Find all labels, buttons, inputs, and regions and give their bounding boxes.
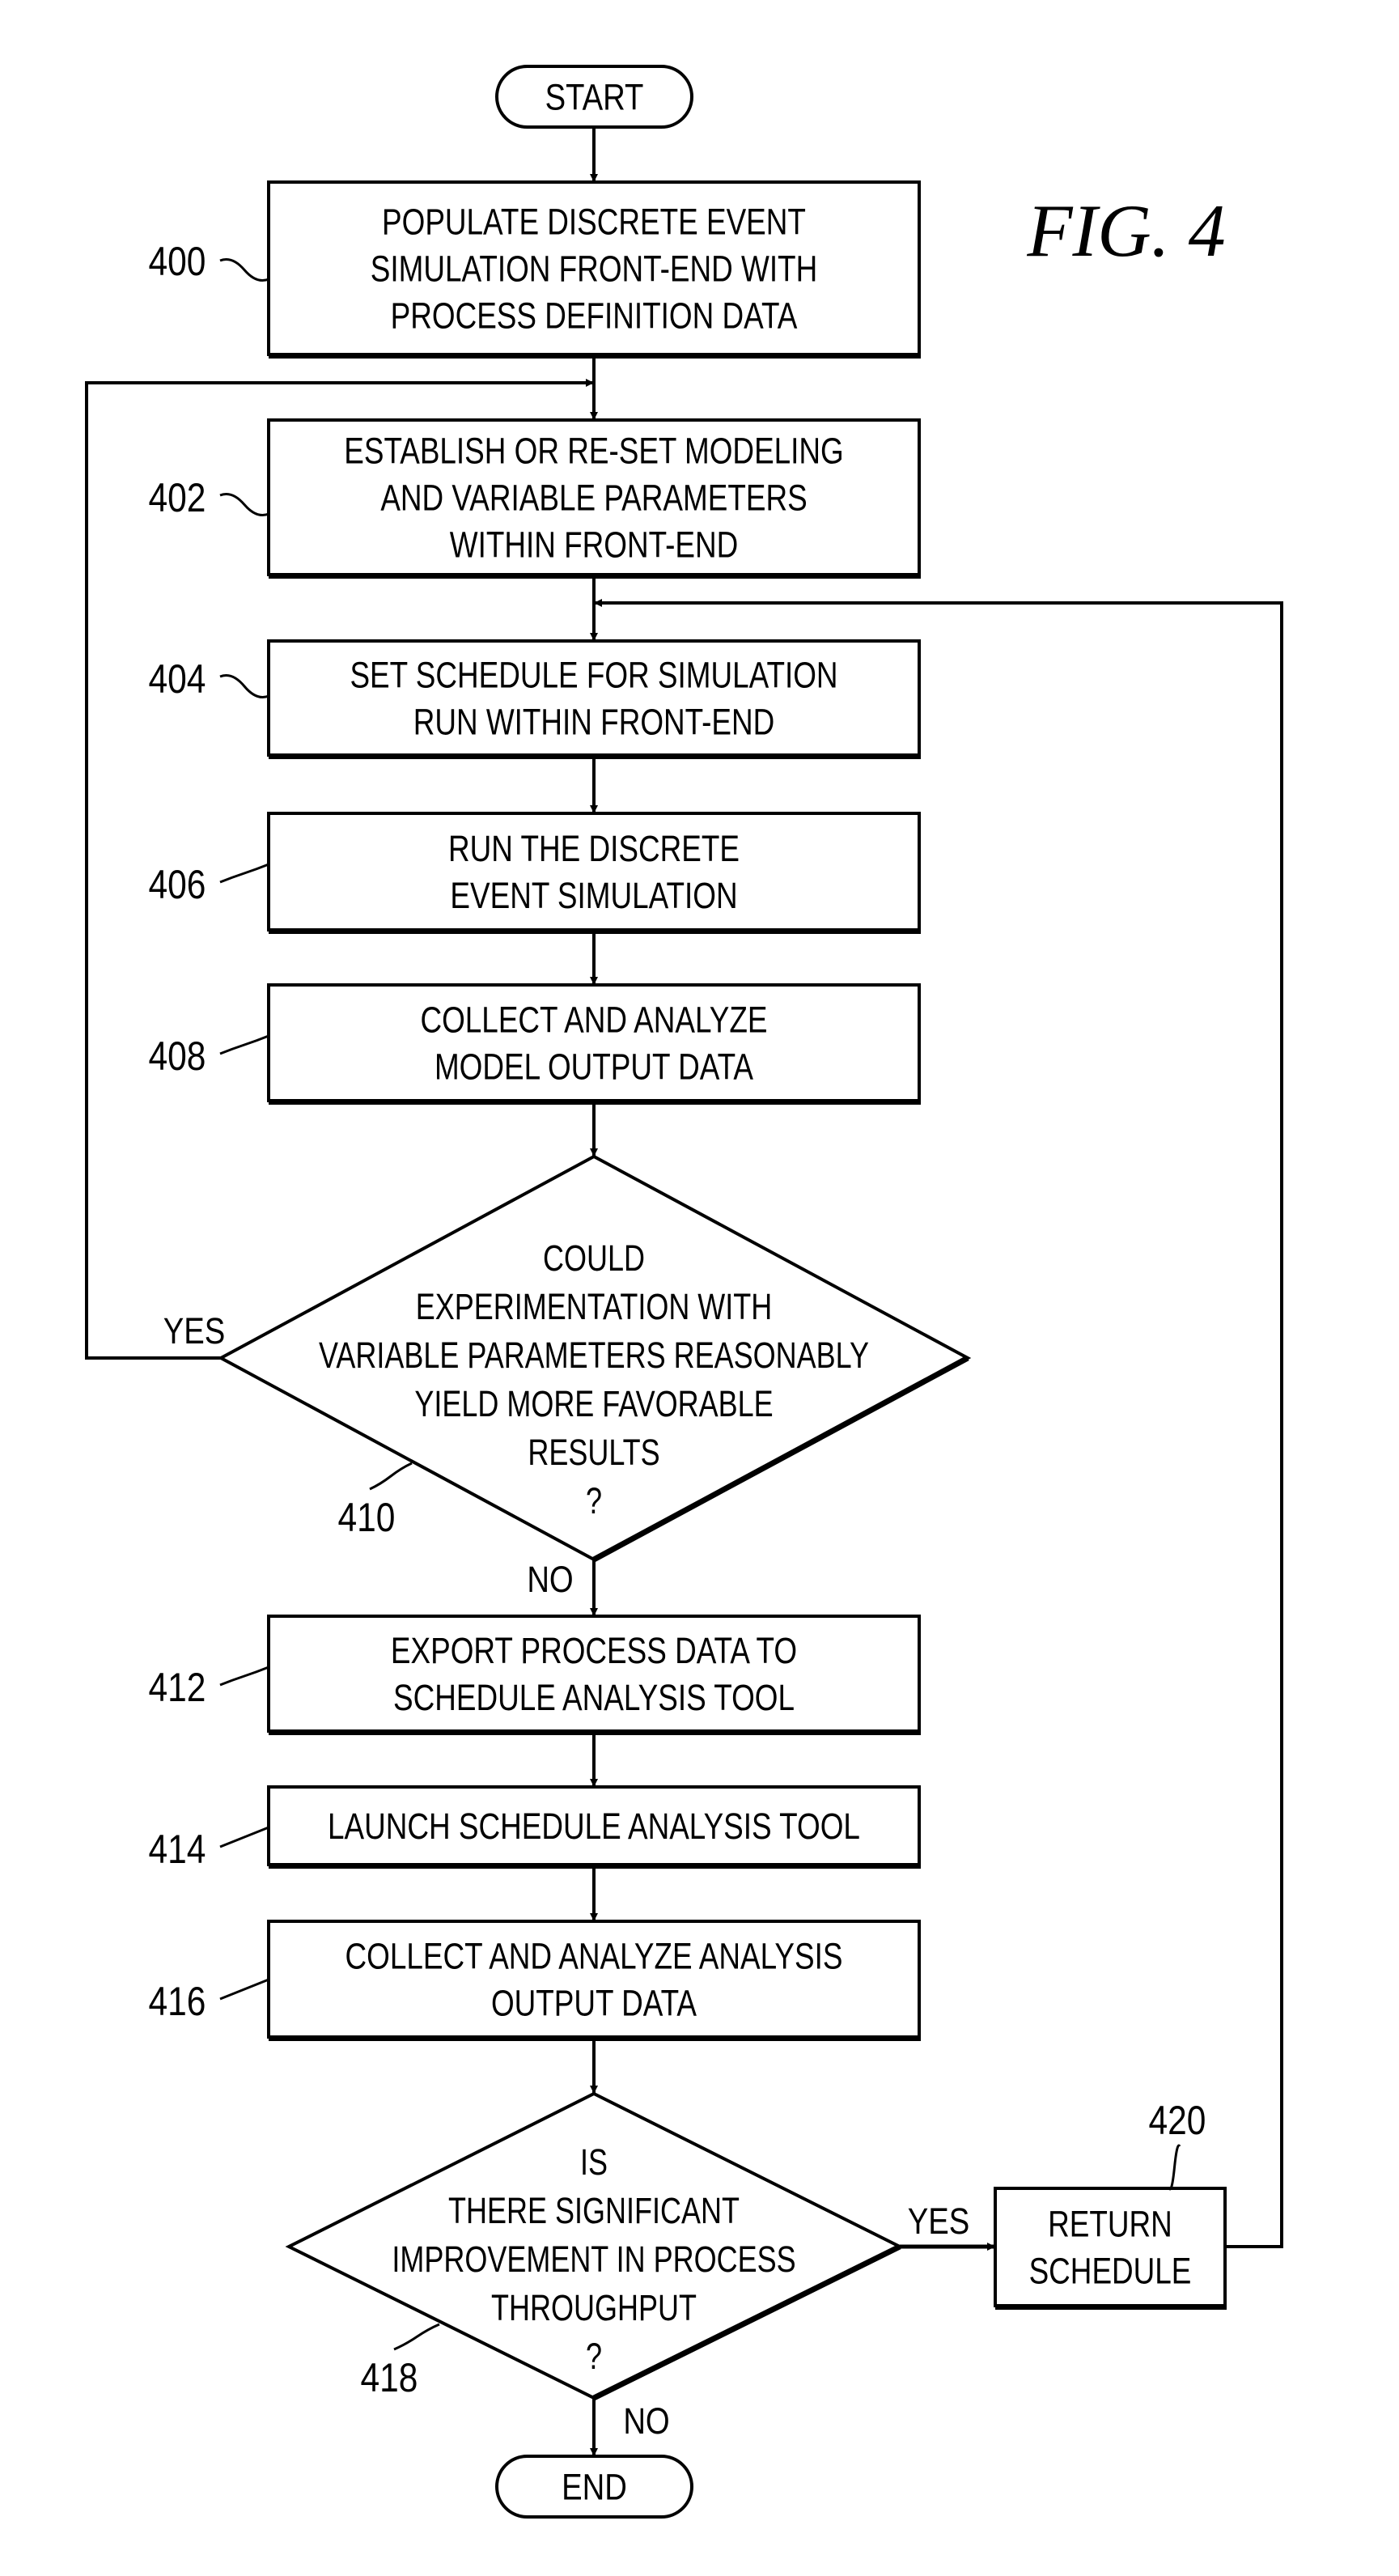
process-step-text: SIMULATION FRONT-END WITH xyxy=(371,248,817,289)
process-step-text: MODEL OUTPUT DATA xyxy=(435,1046,754,1087)
reference-numeral-410: 410 xyxy=(338,1495,396,1540)
process-step-text: ESTABLISH OR RE-SET MODELING xyxy=(344,431,843,471)
decision-text: THROUGHPUT xyxy=(491,2287,697,2328)
decision-text: THERE SIGNIFICANT xyxy=(448,2190,740,2231)
decision-text: YIELD MORE FAVORABLE xyxy=(414,1383,773,1424)
process-step-404[interactable]: SET SCHEDULE FOR SIMULATION RUN WITHIN FR… xyxy=(267,639,921,759)
leader-line-404 xyxy=(219,674,269,698)
leader-line-400 xyxy=(219,257,269,282)
process-step-text: SET SCHEDULE FOR SIMULATION xyxy=(350,655,837,695)
decision-text: COULD xyxy=(543,1237,645,1279)
process-step-412[interactable]: EXPORT PROCESS DATA TO SCHEDULE ANALYSIS … xyxy=(267,1615,921,1735)
reference-numeral-404: 404 xyxy=(149,656,206,702)
process-step-text: POPULATE DISCRETE EVENT xyxy=(382,202,806,242)
branch-label-410-no: NO xyxy=(527,1559,573,1600)
decision-text: IMPROVEMENT IN PROCESS xyxy=(392,2239,795,2280)
reference-numeral-402: 402 xyxy=(149,475,206,520)
decision-text: ? xyxy=(586,1480,602,1521)
process-step-text: OUTPUT DATA xyxy=(491,1983,697,2023)
process-step-text: LAUNCH SCHEDULE ANALYSIS TOOL xyxy=(328,1806,860,1847)
leader-line-410 xyxy=(369,1462,413,1491)
process-step-text: SCHEDULE ANALYSIS TOOL xyxy=(393,1678,795,1718)
decision-418[interactable]: IS THERE SIGNIFICANT IMPROVEMENT IN PROCES… xyxy=(285,2091,904,2401)
process-step-text: PROCESS DEFINITION DATA xyxy=(391,295,798,336)
process-step-text: EVENT SIMULATION xyxy=(450,876,737,916)
process-step-406[interactable]: RUN THE DISCRETE EVENT SIMULATION xyxy=(267,812,921,934)
leader-line-414 xyxy=(219,1826,269,1848)
process-step-text: RUN THE DISCRETE xyxy=(448,829,740,869)
start-terminal-label: START xyxy=(545,77,644,118)
reference-numeral-406: 406 xyxy=(149,862,206,907)
branch-label-410-yes: YES xyxy=(163,1310,226,1352)
leader-line-402 xyxy=(219,492,269,517)
branch-label-418-yes: YES xyxy=(908,2200,970,2242)
decision-text: ? xyxy=(586,2336,602,2377)
decision-text: IS xyxy=(580,2141,608,2183)
reference-numeral-420: 420 xyxy=(1149,2098,1206,2143)
process-step-416[interactable]: COLLECT AND ANALYZE ANALYSIS OUTPUT DATA xyxy=(267,1920,921,2041)
process-step-408[interactable]: COLLECT AND ANALYZE MODEL OUTPUT DATA xyxy=(267,983,921,1105)
flowchart-canvas: FIG. 4 START END POPULATE DISCRETE EVENT SI… xyxy=(85,65,1283,2519)
process-step-text: WITHIN FRONT-END xyxy=(450,524,738,565)
reference-numeral-418: 418 xyxy=(361,2355,418,2400)
leader-line-406 xyxy=(219,863,269,884)
process-step-text: RETURN xyxy=(1048,2204,1172,2244)
process-step-text: AND VARIABLE PARAMETERS xyxy=(380,477,807,518)
reference-numeral-412: 412 xyxy=(149,1665,206,1710)
leader-line-418 xyxy=(393,2323,440,2351)
reference-numeral-400: 400 xyxy=(149,239,206,284)
decision-text: RESULTS xyxy=(528,1432,659,1473)
decision-text: EXPERIMENTATION WITH xyxy=(416,1286,773,1327)
process-step-420[interactable]: RETURN SCHEDULE xyxy=(994,2187,1227,2310)
end-terminal-label: END xyxy=(562,2467,627,2508)
reference-numeral-408: 408 xyxy=(149,1033,206,1079)
end-terminal[interactable]: END xyxy=(495,2455,693,2519)
process-step-text: SCHEDULE xyxy=(1029,2251,1192,2291)
reference-numeral-416: 416 xyxy=(149,1979,206,2024)
process-step-text: COLLECT AND ANALYZE xyxy=(420,999,767,1040)
start-terminal[interactable]: START xyxy=(495,65,693,129)
reference-numeral-414: 414 xyxy=(149,1827,206,1872)
branch-label-418-no: NO xyxy=(623,2400,669,2442)
leader-line-412 xyxy=(219,1666,269,1687)
leader-line-420 xyxy=(1168,2144,1181,2191)
process-step-400[interactable]: POPULATE DISCRETE EVENT SIMULATION FRONT-… xyxy=(267,180,921,359)
process-step-text: EXPORT PROCESS DATA TO xyxy=(391,1631,797,1671)
decision-text: VARIABLE PARAMETERS REASONABLY xyxy=(319,1335,869,1376)
nodes: START END POPULATE DISCRETE EVENT SIMULATIO… xyxy=(217,65,1227,2519)
process-step-text: COLLECT AND ANALYZE ANALYSIS xyxy=(346,1936,843,1976)
process-step-402[interactable]: ESTABLISH OR RE-SET MODELING AND VARIABLE… xyxy=(267,418,921,579)
process-step-414[interactable]: LAUNCH SCHEDULE ANALYSIS TOOL xyxy=(267,1785,921,1869)
decision-410[interactable]: COULD EXPERIMENTATION WITH VARIABLE PARAME… xyxy=(217,1154,972,1563)
figure-title: FIG. 4 xyxy=(1026,189,1225,272)
leader-line-416 xyxy=(219,1978,269,2001)
leader-line-408 xyxy=(219,1034,269,1055)
process-step-text: RUN WITHIN FRONT-END xyxy=(413,702,775,742)
